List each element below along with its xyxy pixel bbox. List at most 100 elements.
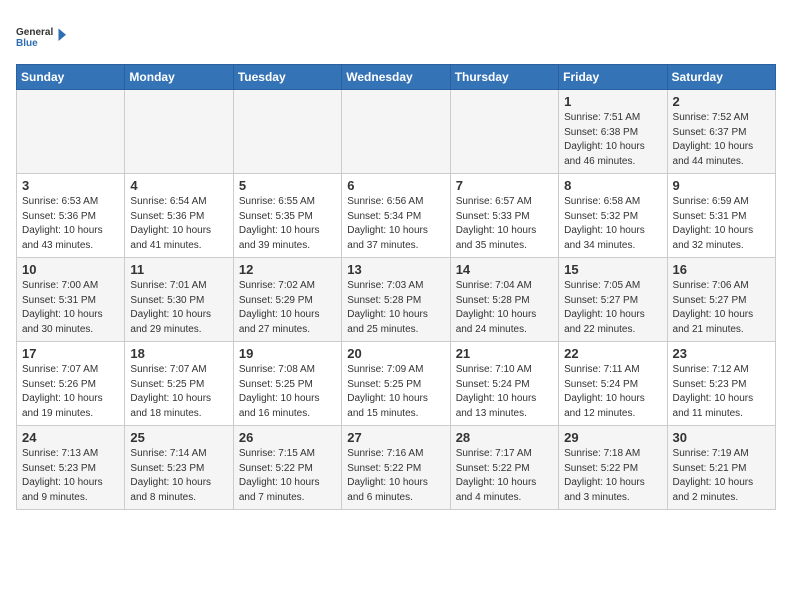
weekday-header: Wednesday bbox=[342, 65, 450, 90]
calendar-week-row: 1 Sunrise: 7:51 AM Sunset: 6:38 PM Daylig… bbox=[17, 90, 776, 174]
calendar-week-row: 24 Sunrise: 7:13 AM Sunset: 5:23 PM Dayli… bbox=[17, 426, 776, 510]
day-info: Sunrise: 7:15 AM Sunset: 5:22 PM Dayligh… bbox=[239, 447, 336, 505]
day-info: Sunrise: 7:14 AM Sunset: 5:23 PM Dayligh… bbox=[130, 447, 227, 505]
weekday-header: Saturday bbox=[667, 65, 775, 90]
weekday-header: Sunday bbox=[17, 65, 125, 90]
calendar-cell: 2 Sunrise: 7:52 AM Sunset: 6:37 PM Daylig… bbox=[667, 90, 775, 174]
day-number: 3 bbox=[22, 178, 119, 193]
day-number: 1 bbox=[564, 94, 661, 109]
day-info: Sunrise: 7:04 AM Sunset: 5:28 PM Dayligh… bbox=[456, 279, 553, 337]
day-number: 5 bbox=[239, 178, 336, 193]
day-info: Sunrise: 7:09 AM Sunset: 5:25 PM Dayligh… bbox=[347, 363, 444, 421]
day-info: Sunrise: 6:54 AM Sunset: 5:36 PM Dayligh… bbox=[130, 195, 227, 253]
day-info: Sunrise: 7:00 AM Sunset: 5:31 PM Dayligh… bbox=[22, 279, 119, 337]
calendar-cell: 24 Sunrise: 7:13 AM Sunset: 5:23 PM Dayli… bbox=[17, 426, 125, 510]
day-info: Sunrise: 7:13 AM Sunset: 5:23 PM Dayligh… bbox=[22, 447, 119, 505]
day-info: Sunrise: 7:01 AM Sunset: 5:30 PM Dayligh… bbox=[130, 279, 227, 337]
weekday-header: Monday bbox=[125, 65, 233, 90]
calendar-cell: 11 Sunrise: 7:01 AM Sunset: 5:30 PM Dayli… bbox=[125, 258, 233, 342]
day-info: Sunrise: 7:52 AM Sunset: 6:37 PM Dayligh… bbox=[673, 111, 770, 169]
day-info: Sunrise: 7:03 AM Sunset: 5:28 PM Dayligh… bbox=[347, 279, 444, 337]
day-number: 9 bbox=[673, 178, 770, 193]
calendar-cell: 26 Sunrise: 7:15 AM Sunset: 5:22 PM Dayli… bbox=[233, 426, 341, 510]
day-number: 19 bbox=[239, 346, 336, 361]
calendar-cell: 22Sunrise: 7:11 AM Sunset: 5:24 PM Dayli… bbox=[559, 342, 667, 426]
day-info: Sunrise: 6:55 AM Sunset: 5:35 PM Dayligh… bbox=[239, 195, 336, 253]
day-number: 14 bbox=[456, 262, 553, 277]
day-number: 27 bbox=[347, 430, 444, 445]
day-info: Sunrise: 7:19 AM Sunset: 5:21 PM Dayligh… bbox=[673, 447, 770, 505]
calendar-cell bbox=[233, 90, 341, 174]
calendar-week-row: 10 Sunrise: 7:00 AM Sunset: 5:31 PM Dayli… bbox=[17, 258, 776, 342]
weekday-header: Tuesday bbox=[233, 65, 341, 90]
calendar-cell bbox=[342, 90, 450, 174]
day-number: 2 bbox=[673, 94, 770, 109]
day-info: Sunrise: 7:11 AM Sunset: 5:24 PM Dayligh… bbox=[564, 363, 661, 421]
day-info: Sunrise: 7:17 AM Sunset: 5:22 PM Dayligh… bbox=[456, 447, 553, 505]
calendar-cell: 1 Sunrise: 7:51 AM Sunset: 6:38 PM Daylig… bbox=[559, 90, 667, 174]
calendar-cell: 13 Sunrise: 7:03 AM Sunset: 5:28 PM Dayli… bbox=[342, 258, 450, 342]
calendar-cell bbox=[17, 90, 125, 174]
svg-text:Blue: Blue bbox=[16, 38, 38, 49]
calendar-cell: 29 Sunrise: 7:18 AM Sunset: 5:22 PM Dayli… bbox=[559, 426, 667, 510]
calendar-cell bbox=[125, 90, 233, 174]
day-number: 25 bbox=[130, 430, 227, 445]
calendar-header: SundayMondayTuesdayWednesdayThursdayFrid… bbox=[17, 65, 776, 90]
day-number: 13 bbox=[347, 262, 444, 277]
calendar-cell: 9 Sunrise: 6:59 AM Sunset: 5:31 PM Daylig… bbox=[667, 174, 775, 258]
calendar-cell: 3 Sunrise: 6:53 AM Sunset: 5:36 PM Daylig… bbox=[17, 174, 125, 258]
svg-text:General: General bbox=[16, 27, 53, 38]
day-info: Sunrise: 6:58 AM Sunset: 5:32 PM Dayligh… bbox=[564, 195, 661, 253]
calendar-cell: 12Sunrise: 7:02 AM Sunset: 5:29 PM Dayli… bbox=[233, 258, 341, 342]
day-info: Sunrise: 7:02 AM Sunset: 5:29 PM Dayligh… bbox=[239, 279, 336, 337]
day-number: 17 bbox=[22, 346, 119, 361]
calendar-cell: 17 Sunrise: 7:07 AM Sunset: 5:26 PM Dayli… bbox=[17, 342, 125, 426]
day-info: Sunrise: 7:10 AM Sunset: 5:24 PM Dayligh… bbox=[456, 363, 553, 421]
day-info: Sunrise: 7:07 AM Sunset: 5:25 PM Dayligh… bbox=[130, 363, 227, 421]
day-number: 28 bbox=[456, 430, 553, 445]
day-info: Sunrise: 6:59 AM Sunset: 5:31 PM Dayligh… bbox=[673, 195, 770, 253]
calendar-cell: 23 Sunrise: 7:12 AM Sunset: 5:23 PM Dayli… bbox=[667, 342, 775, 426]
day-number: 6 bbox=[347, 178, 444, 193]
calendar-cell: 7 Sunrise: 6:57 AM Sunset: 5:33 PM Daylig… bbox=[450, 174, 558, 258]
calendar-cell: 19Sunrise: 7:08 AM Sunset: 5:25 PM Dayli… bbox=[233, 342, 341, 426]
day-number: 29 bbox=[564, 430, 661, 445]
day-number: 7 bbox=[456, 178, 553, 193]
day-number: 4 bbox=[130, 178, 227, 193]
day-info: Sunrise: 7:07 AM Sunset: 5:26 PM Dayligh… bbox=[22, 363, 119, 421]
calendar-cell: 20 Sunrise: 7:09 AM Sunset: 5:25 PM Dayli… bbox=[342, 342, 450, 426]
logo-svg: General Blue bbox=[16, 16, 66, 56]
weekday-header: Thursday bbox=[450, 65, 558, 90]
day-info: Sunrise: 6:57 AM Sunset: 5:33 PM Dayligh… bbox=[456, 195, 553, 253]
calendar-week-row: 17 Sunrise: 7:07 AM Sunset: 5:26 PM Dayli… bbox=[17, 342, 776, 426]
logo: General Blue bbox=[16, 16, 66, 56]
day-number: 8 bbox=[564, 178, 661, 193]
calendar-cell: 6 Sunrise: 6:56 AM Sunset: 5:34 PM Daylig… bbox=[342, 174, 450, 258]
calendar-cell: 4 Sunrise: 6:54 AM Sunset: 5:36 PM Daylig… bbox=[125, 174, 233, 258]
weekday-header: Friday bbox=[559, 65, 667, 90]
calendar-cell bbox=[450, 90, 558, 174]
day-number: 30 bbox=[673, 430, 770, 445]
day-info: Sunrise: 7:12 AM Sunset: 5:23 PM Dayligh… bbox=[673, 363, 770, 421]
day-number: 20 bbox=[347, 346, 444, 361]
calendar-body: 1 Sunrise: 7:51 AM Sunset: 6:38 PM Daylig… bbox=[17, 90, 776, 510]
day-info: Sunrise: 6:53 AM Sunset: 5:36 PM Dayligh… bbox=[22, 195, 119, 253]
calendar-week-row: 3 Sunrise: 6:53 AM Sunset: 5:36 PM Daylig… bbox=[17, 174, 776, 258]
day-number: 16 bbox=[673, 262, 770, 277]
calendar-cell: 14 Sunrise: 7:04 AM Sunset: 5:28 PM Dayli… bbox=[450, 258, 558, 342]
calendar-cell: 18 Sunrise: 7:07 AM Sunset: 5:25 PM Dayli… bbox=[125, 342, 233, 426]
calendar-table: SundayMondayTuesdayWednesdayThursdayFrid… bbox=[16, 64, 776, 510]
day-number: 23 bbox=[673, 346, 770, 361]
day-number: 18 bbox=[130, 346, 227, 361]
day-info: Sunrise: 7:18 AM Sunset: 5:22 PM Dayligh… bbox=[564, 447, 661, 505]
day-info: Sunrise: 7:51 AM Sunset: 6:38 PM Dayligh… bbox=[564, 111, 661, 169]
calendar-cell: 27Sunrise: 7:16 AM Sunset: 5:22 PM Dayli… bbox=[342, 426, 450, 510]
day-number: 10 bbox=[22, 262, 119, 277]
day-number: 26 bbox=[239, 430, 336, 445]
day-info: Sunrise: 6:56 AM Sunset: 5:34 PM Dayligh… bbox=[347, 195, 444, 253]
calendar-cell: 28 Sunrise: 7:17 AM Sunset: 5:22 PM Dayli… bbox=[450, 426, 558, 510]
day-number: 24 bbox=[22, 430, 119, 445]
weekday-header-row: SundayMondayTuesdayWednesdayThursdayFrid… bbox=[17, 65, 776, 90]
day-number: 11 bbox=[130, 262, 227, 277]
calendar-cell: 5 Sunrise: 6:55 AM Sunset: 5:35 PM Daylig… bbox=[233, 174, 341, 258]
